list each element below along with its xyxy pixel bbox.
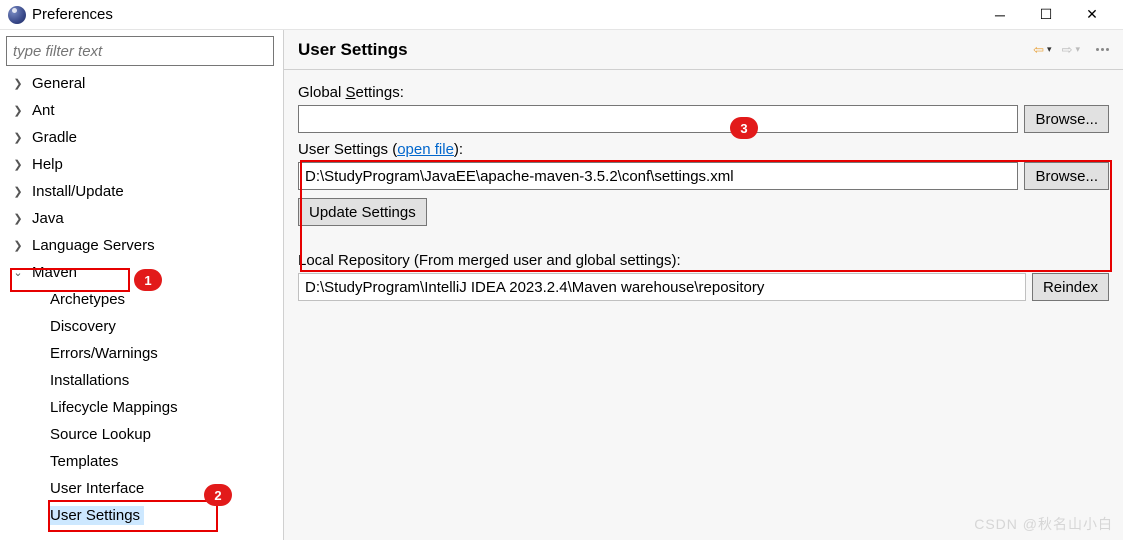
- open-file-link[interactable]: open file: [397, 141, 454, 158]
- reindex-button[interactable]: Reindex: [1032, 273, 1109, 301]
- chevron-down-icon: ⌄: [8, 266, 28, 279]
- content-header: User Settings ⇦ ▾ ⇨ ▾: [284, 30, 1123, 70]
- user-settings-input[interactable]: [298, 162, 1018, 190]
- dropdown-icon[interactable]: ▾: [1075, 44, 1080, 55]
- tree-item-general[interactable]: ❯General: [8, 70, 277, 97]
- tree-item-lifecycle-mappings[interactable]: Lifecycle Mappings: [8, 394, 277, 421]
- kebab-menu-icon[interactable]: [1096, 48, 1109, 51]
- chevron-right-icon: ❯: [8, 77, 28, 90]
- browse-user-button[interactable]: Browse...: [1024, 162, 1109, 190]
- chevron-right-icon: ❯: [8, 185, 28, 198]
- tree-item-installations[interactable]: Installations: [8, 367, 277, 394]
- back-arrow-icon[interactable]: ⇦: [1033, 43, 1044, 56]
- dropdown-icon[interactable]: ▾: [1047, 44, 1052, 55]
- chevron-right-icon: ❯: [8, 212, 28, 225]
- browse-global-button[interactable]: Browse...: [1024, 105, 1109, 133]
- content-panel: User Settings ⇦ ▾ ⇨ ▾ Global Settings: B…: [284, 30, 1123, 540]
- chevron-right-icon: ❯: [8, 131, 28, 144]
- window-title: Preferences: [32, 6, 113, 23]
- titlebar: Preferences ─ ☐ ✕: [0, 0, 1123, 30]
- global-settings-label: Global Settings:: [298, 84, 1109, 101]
- tree-item-ant[interactable]: ❯Ant: [8, 97, 277, 124]
- tree-item-help[interactable]: ❯Help: [8, 151, 277, 178]
- page-title: User Settings: [298, 40, 408, 60]
- sidebar: ❯General ❯Ant ❯Gradle ❯Help ❯Install/Upd…: [0, 30, 284, 540]
- main-area: ❯General ❯Ant ❯Gradle ❯Help ❯Install/Upd…: [0, 30, 1123, 540]
- maximize-button[interactable]: ☐: [1023, 0, 1069, 30]
- tree-item-user-interface[interactable]: User Interface: [8, 475, 277, 502]
- tree-item-templates[interactable]: Templates: [8, 448, 277, 475]
- tree-item-source-lookup[interactable]: Source Lookup: [8, 421, 277, 448]
- preferences-tree: ❯General ❯Ant ❯Gradle ❯Help ❯Install/Upd…: [6, 70, 277, 529]
- chevron-right-icon: ❯: [8, 104, 28, 117]
- close-button[interactable]: ✕: [1069, 0, 1115, 30]
- filter-input[interactable]: [6, 36, 274, 66]
- minimize-button[interactable]: ─: [977, 0, 1023, 30]
- content-body: Global Settings: Browse... User Settings…: [284, 74, 1123, 319]
- tree-item-discovery[interactable]: Discovery: [8, 313, 277, 340]
- tree-item-errors-warnings[interactable]: Errors/Warnings: [8, 340, 277, 367]
- global-settings-input[interactable]: [298, 105, 1018, 133]
- local-repo-label: Local Repository (From merged user and g…: [298, 252, 1109, 269]
- user-settings-label: User Settings (open file):: [298, 141, 1109, 158]
- update-settings-button[interactable]: Update Settings: [298, 198, 427, 226]
- tree-item-user-settings[interactable]: User Settings: [8, 502, 277, 529]
- chevron-right-icon: ❯: [8, 239, 28, 252]
- window-controls: ─ ☐ ✕: [977, 0, 1115, 30]
- local-repo-input: [298, 273, 1026, 301]
- forward-arrow-icon[interactable]: ⇨: [1062, 43, 1073, 56]
- tree-item-java[interactable]: ❯Java: [8, 205, 277, 232]
- tree-item-maven[interactable]: ⌄Maven: [8, 259, 277, 286]
- tree-item-gradle[interactable]: ❯Gradle: [8, 124, 277, 151]
- eclipse-icon: [8, 6, 26, 24]
- tree-item-install-update[interactable]: ❯Install/Update: [8, 178, 277, 205]
- chevron-right-icon: ❯: [8, 158, 28, 171]
- header-toolbar: ⇦ ▾ ⇨ ▾: [1033, 43, 1109, 56]
- tree-item-archetypes[interactable]: Archetypes: [8, 286, 277, 313]
- tree-item-language-servers[interactable]: ❯Language Servers: [8, 232, 277, 259]
- watermark: CSDN @秋名山小白: [974, 514, 1113, 534]
